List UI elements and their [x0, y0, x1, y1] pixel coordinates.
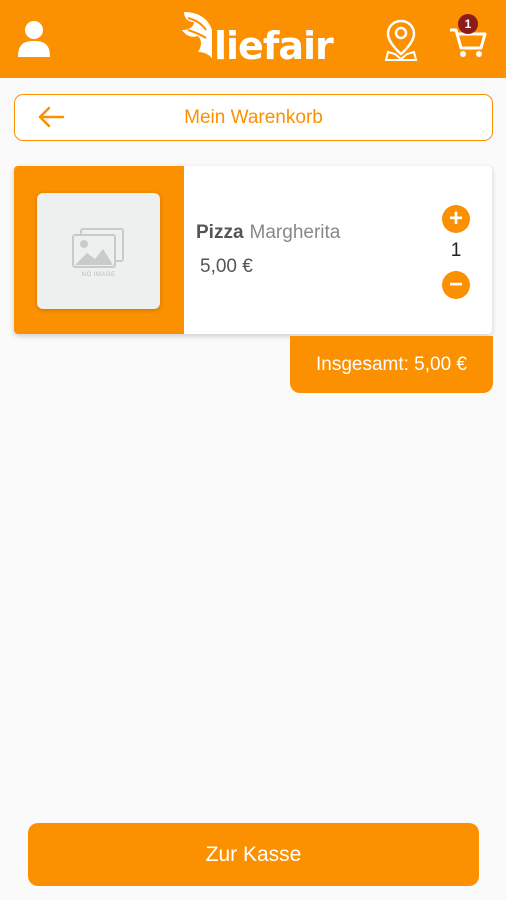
item-title: Margherita	[249, 222, 341, 243]
user-icon[interactable]	[16, 20, 52, 58]
cart-button[interactable]: 1	[448, 14, 488, 60]
item-name: Pizza Margherita	[196, 221, 340, 245]
item-price: 5,00 €	[200, 256, 253, 277]
logo-text: liefair	[214, 24, 334, 68]
cart-count-badge: 1	[458, 14, 478, 34]
page-title: Mein Warenkorb	[184, 107, 323, 128]
cart-item: NO IMAGE Pizza Margherita 5,00 € + 1 −	[14, 166, 492, 334]
image-placeholder-icon	[72, 228, 124, 268]
minus-icon[interactable]: −	[442, 271, 470, 299]
item-image-panel: NO IMAGE	[14, 166, 184, 334]
plus-icon[interactable]: +	[442, 205, 470, 233]
map-pin-icon[interactable]	[384, 18, 418, 62]
item-category: Pizza	[196, 222, 244, 243]
item-quantity: 1	[450, 240, 462, 261]
no-image-label: NO IMAGE	[81, 272, 116, 278]
checkout-button[interactable]: Zur Kasse	[28, 823, 479, 886]
cart-total: Insgesamt: 5,00 €	[290, 336, 493, 393]
page-header: Mein Warenkorb	[14, 94, 493, 141]
app-logo: liefair	[178, 8, 334, 72]
top-app-bar: liefair 1	[0, 0, 506, 78]
item-image: NO IMAGE	[37, 193, 160, 309]
